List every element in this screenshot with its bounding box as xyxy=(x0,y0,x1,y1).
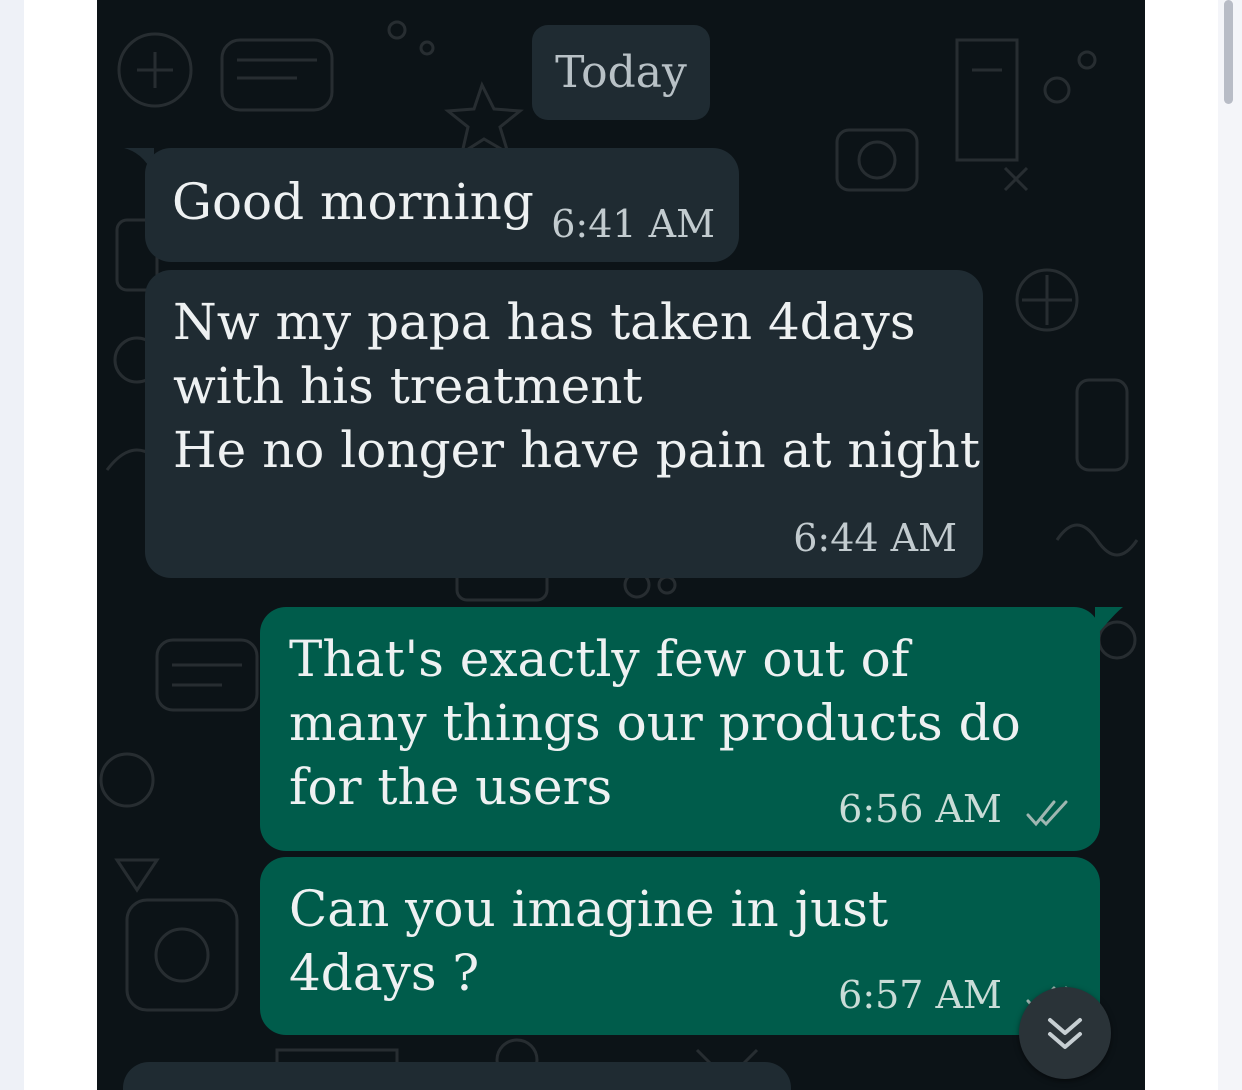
message-text: Nw my papa has taken 4days with his trea… xyxy=(173,293,980,479)
message-time: 6:41 AM xyxy=(551,202,715,246)
scroll-to-bottom-button[interactable] xyxy=(1019,987,1111,1079)
chat-conversation[interactable]: Today Good morning 6:41 AM Nw my papa ha… xyxy=(97,0,1145,1090)
message-time: 6:44 AM xyxy=(793,516,957,560)
date-separator: Today xyxy=(532,25,710,120)
outgoing-message-bubble[interactable]: That's exactly few out of many things ou… xyxy=(260,607,1100,851)
page-scrollbar[interactable] xyxy=(1218,0,1242,1090)
double-chevron-down-icon xyxy=(1048,1018,1082,1049)
message-time: 6:56 AM xyxy=(838,787,1002,831)
message-time: 6:57 AM xyxy=(838,973,1002,1017)
double-check-icon xyxy=(1026,800,1068,826)
page-scrollbar-thumb[interactable] xyxy=(1224,0,1233,104)
incoming-message-bubble[interactable]: Good morning 6:41 AM xyxy=(145,148,739,262)
right-margin-panel xyxy=(1145,0,1218,1090)
incoming-message-bubble-partial[interactable] xyxy=(123,1062,791,1090)
outgoing-message-bubble[interactable]: Can you imagine in just 4days ? 6:57 AM xyxy=(260,857,1100,1035)
incoming-message-bubble[interactable]: Nw my papa has taken 4days with his trea… xyxy=(145,270,983,578)
left-margin-panel xyxy=(24,0,97,1090)
